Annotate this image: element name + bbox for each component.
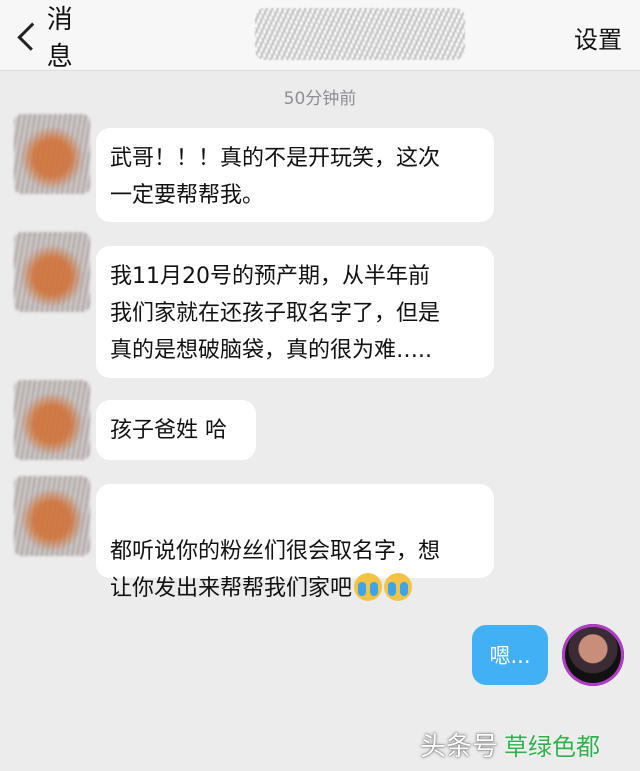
timestamp: 50分钟前 — [283, 89, 357, 109]
watermark-text: 头条号 — [420, 732, 499, 762]
contact-avatar[interactable] — [14, 232, 90, 312]
settings-button[interactable]: 设置 — [574, 20, 622, 55]
nav-bar: 消息 设置 — [0, 0, 640, 72]
watermark-green-text: 草绿色都 — [504, 733, 601, 761]
contact-avatar[interactable] — [14, 114, 90, 194]
message-bubble[interactable]: 都听说你的粉丝们很会取名字，想 让你发出来帮帮我们家吧 — [96, 484, 494, 601]
back-label: 消息 — [46, 5, 73, 72]
crying-face-icon — [354, 573, 383, 601]
contact-avatar[interactable] — [14, 380, 90, 460]
message-bubble[interactable]: 我11月20号的预产期，从半年前 我们家就在还孩子取名字了，但是 真的是想破脑袋… — [96, 246, 494, 378]
crying-face-icon — [384, 573, 413, 601]
contact-avatar[interactable] — [14, 476, 90, 556]
user-avatar[interactable] — [562, 624, 624, 686]
message-bubble[interactable]: 孩子爸姓 哈 — [96, 400, 256, 460]
watermark: 头条号 草绿色都 — [420, 726, 640, 766]
back-button[interactable]: 消息 — [12, 5, 92, 72]
message-bubble[interactable]: 武哥！！！真的不是开玩笑，这次 一定要帮帮我。 — [96, 128, 494, 222]
sent-message-bubble[interactable]: 嗯... — [472, 625, 548, 685]
redacted-contact-name — [255, 8, 465, 60]
chevron-left-icon — [17, 21, 46, 51]
